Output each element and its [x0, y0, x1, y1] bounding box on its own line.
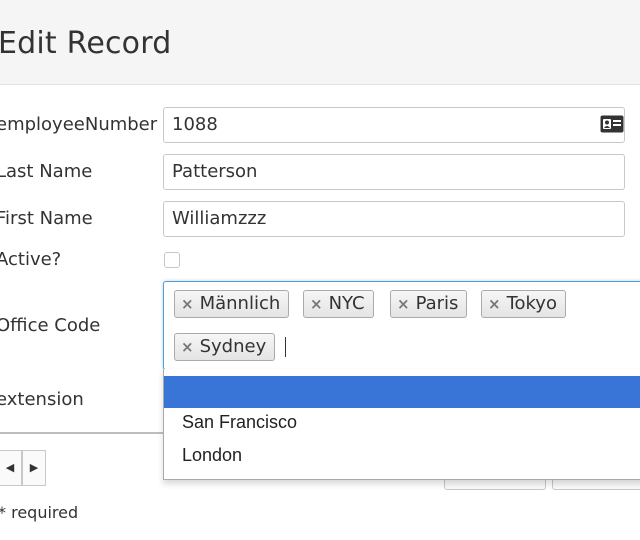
employee-number-label: employeeNumber	[0, 114, 158, 135]
required-note: * required	[0, 503, 79, 522]
tag-label: Männlich	[199, 293, 281, 314]
tag-tokyo[interactable]: × Tokyo	[481, 290, 566, 318]
dropdown-option[interactable]: London	[164, 439, 640, 471]
chevron-left-icon: ◀	[5, 461, 15, 474]
office-code-dropdown: San Francisco London	[163, 369, 640, 480]
tag-remove-icon[interactable]: ×	[181, 338, 194, 356]
active-label: Active?	[0, 249, 62, 270]
tag-nyc[interactable]: × NYC	[303, 290, 374, 318]
id-card-icon[interactable]	[600, 115, 624, 133]
section-divider	[0, 432, 166, 434]
active-checkbox[interactable]	[164, 252, 180, 268]
pager-next-button[interactable]: ▶	[22, 450, 46, 486]
tag-label: Sydney	[199, 336, 267, 357]
first-name-label: First Name	[0, 208, 93, 229]
tag-label: Tokyo	[506, 293, 557, 314]
office-code-label: Office Code	[0, 315, 101, 336]
tag-remove-icon[interactable]: ×	[488, 295, 501, 313]
text-caret	[285, 337, 286, 357]
dropdown-option-highlighted[interactable]	[164, 376, 640, 408]
last-name-field[interactable]: Patterson	[163, 154, 625, 190]
tag-label: Paris	[415, 293, 459, 314]
tag-sydney[interactable]: × Sydney	[174, 333, 276, 361]
tag-remove-icon[interactable]: ×	[310, 295, 323, 313]
dialog-header: Edit Record	[0, 0, 640, 85]
tag-paris[interactable]: × Paris	[390, 290, 468, 318]
employee-number-value: 1088	[172, 114, 218, 135]
tag-remove-icon[interactable]: ×	[397, 295, 410, 313]
tag-mannlich[interactable]: × Männlich	[174, 290, 290, 318]
employee-number-field[interactable]: 1088	[163, 107, 625, 143]
last-name-label: Last Name	[0, 161, 93, 182]
first-name-field[interactable]: Williamzzz	[163, 201, 625, 237]
tag-remove-icon[interactable]: ×	[181, 295, 194, 313]
dropdown-option[interactable]: San Francisco	[164, 406, 640, 438]
pager-prev-button[interactable]: ◀	[0, 450, 22, 486]
tag-label: NYC	[328, 293, 365, 314]
page-title: Edit Record	[0, 26, 172, 61]
extension-label: extension	[0, 389, 84, 410]
chevron-right-icon: ▶	[29, 461, 39, 474]
